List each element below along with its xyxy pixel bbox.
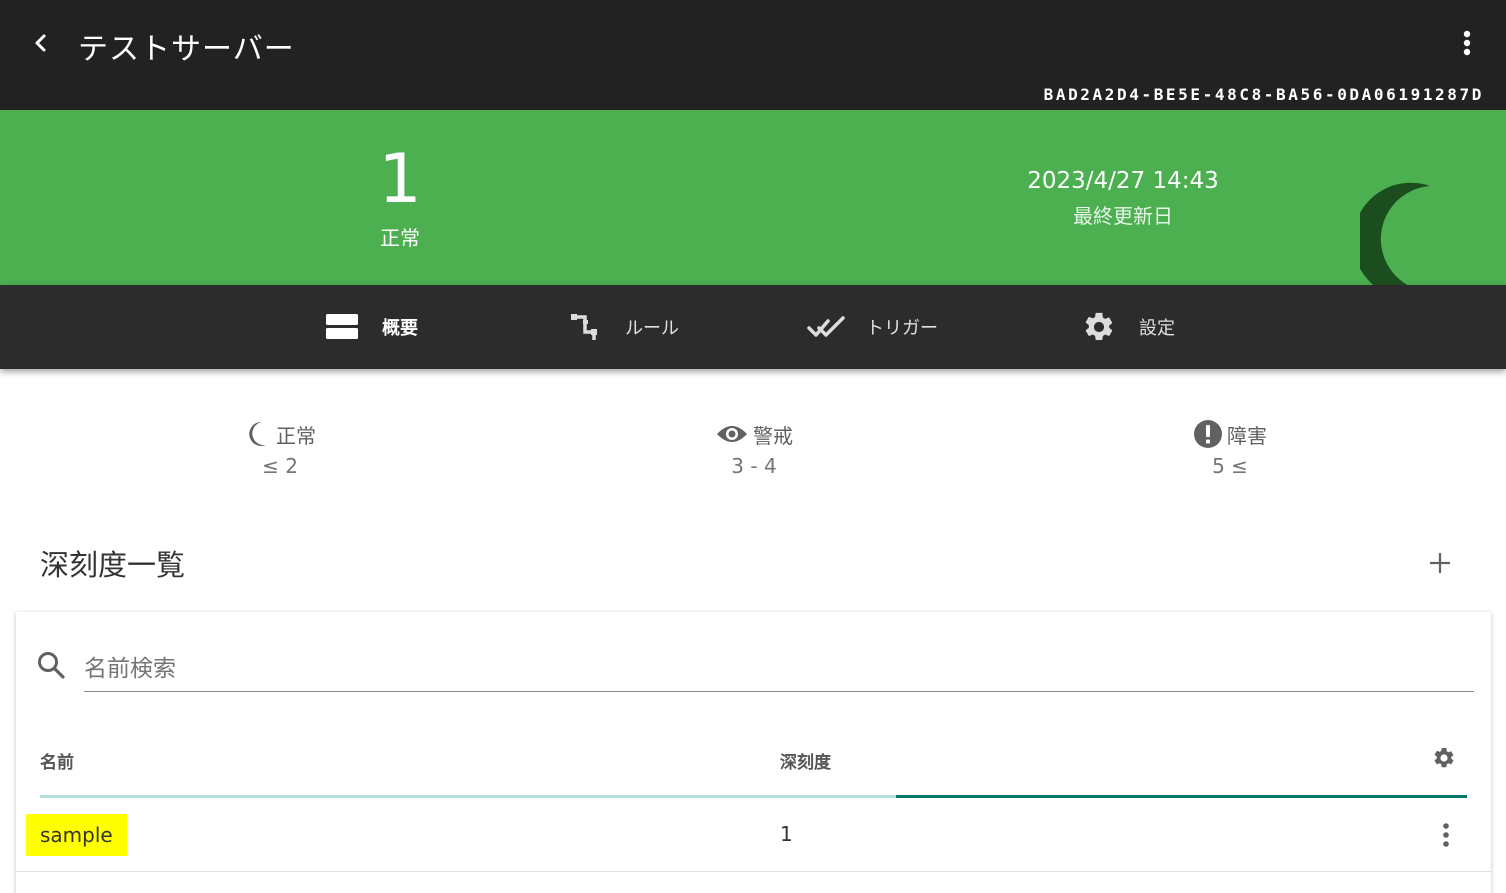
more-vert-icon bbox=[1443, 823, 1449, 847]
threshold-critical-label: 障害 bbox=[1227, 423, 1267, 448]
column-settings-button[interactable] bbox=[1432, 746, 1460, 774]
row-name-cell[interactable]: sample bbox=[26, 814, 127, 856]
tab-settings-label: 設定 bbox=[1139, 318, 1175, 339]
page-title: テストサーバー bbox=[78, 32, 295, 67]
search-icon bbox=[36, 650, 68, 682]
eye-icon bbox=[717, 426, 747, 442]
column-header-severity[interactable]: 深刻度 bbox=[780, 748, 831, 773]
tab-overview-label: 概要 bbox=[382, 318, 418, 339]
more-vert-icon bbox=[1463, 30, 1471, 56]
severity-card: 名前 深刻度 sample 1 bbox=[16, 612, 1491, 893]
plus-icon bbox=[1430, 553, 1450, 573]
overview-icon bbox=[322, 307, 362, 347]
row-severity-cell: 1 bbox=[780, 822, 793, 846]
gear-icon bbox=[1079, 307, 1119, 347]
chevron-left-icon bbox=[35, 34, 46, 52]
moon-icon bbox=[249, 421, 266, 446]
alert-icon bbox=[1194, 420, 1222, 448]
row-menu-button[interactable] bbox=[1432, 818, 1460, 852]
threshold-normal-range: ≤ 2 bbox=[262, 454, 298, 478]
column-header-name[interactable]: 名前 bbox=[40, 748, 74, 773]
threshold-warning-range: 3 - 4 bbox=[731, 454, 777, 478]
last-updated-time: 2023/4/27 14:43 bbox=[1027, 168, 1219, 194]
status-label: 正常 bbox=[380, 226, 420, 250]
status-banner: 1 正常 2023/4/27 14:43 最終更新日 bbox=[0, 110, 1506, 285]
threshold-critical-range: 5 ≤ bbox=[1212, 454, 1248, 478]
section-title: 深刻度一覧 bbox=[40, 548, 186, 582]
rule-icon bbox=[565, 307, 605, 347]
status-count: 1 bbox=[378, 140, 422, 219]
tab-rules[interactable]: ルール bbox=[565, 285, 679, 369]
tab-overview[interactable]: 概要 bbox=[322, 285, 418, 369]
trigger-icon bbox=[806, 307, 846, 347]
threshold-warning-label: 警戒 bbox=[753, 423, 793, 448]
add-severity-button[interactable] bbox=[1422, 545, 1458, 581]
server-id: BAD2A2D4-BE5E-48C8-BA56-0DA06191287D bbox=[1043, 85, 1484, 104]
more-menu-button[interactable] bbox=[1452, 26, 1482, 60]
tab-triggers-label: トリガー bbox=[866, 318, 938, 339]
app-header: テストサーバー BAD2A2D4-BE5E-48C8-BA56-0DA06191… bbox=[0, 0, 1506, 110]
moon-icon bbox=[1360, 182, 1430, 285]
back-button[interactable] bbox=[24, 26, 58, 60]
tab-rules-label: ルール bbox=[625, 318, 679, 339]
search-input[interactable] bbox=[84, 646, 1474, 692]
threshold-normal: 正常 ≤ 2 bbox=[160, 418, 400, 478]
threshold-warning: 警戒 3 - 4 bbox=[634, 418, 874, 478]
tab-bar: 概要 ルール トリガー 設定 bbox=[0, 285, 1506, 369]
last-updated-label: 最終更新日 bbox=[1073, 204, 1173, 228]
gear-icon bbox=[1434, 747, 1454, 768]
tab-settings[interactable]: 設定 bbox=[1079, 285, 1175, 369]
table-row[interactable]: sample 1 bbox=[16, 798, 1491, 872]
threshold-critical: 障害 5 ≤ bbox=[1110, 418, 1350, 478]
tab-triggers[interactable]: トリガー bbox=[806, 285, 938, 369]
threshold-normal-label: 正常 bbox=[276, 423, 316, 448]
